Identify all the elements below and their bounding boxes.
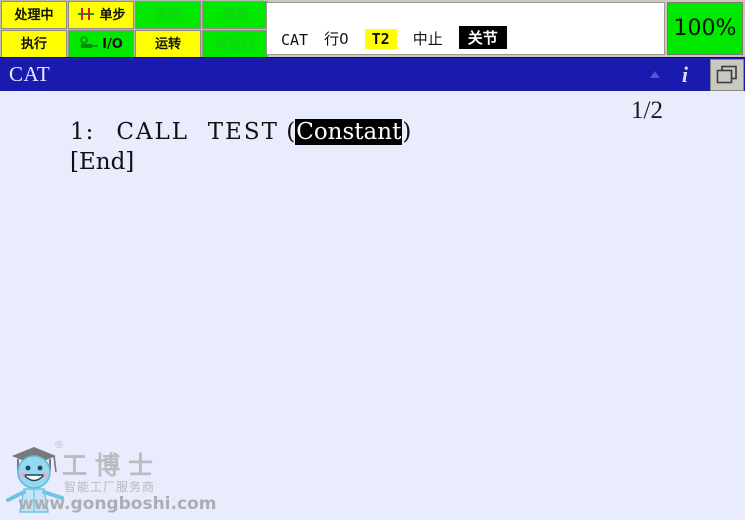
speed-override-indicator[interactable]: 100%: [667, 2, 743, 55]
window-title-bar: CAT i: [0, 57, 745, 91]
status-cell-alarm[interactable]: 异常: [202, 1, 268, 29]
status-cell-execute[interactable]: 执行: [1, 30, 67, 58]
status-cell-label: 运转: [154, 36, 181, 52]
io-icon: [79, 36, 99, 54]
status-cell-label: 暂停: [154, 7, 181, 23]
status-mode-badge: T2: [364, 29, 397, 49]
speed-override-value: 100%: [673, 16, 737, 41]
status-indicator-grid: 处理中 单步 暂停 异常 执行 I/O 运转 试运行: [0, 0, 268, 58]
status-cell-running[interactable]: 运转: [135, 30, 201, 58]
window-title: CAT: [9, 62, 51, 86]
status-cell-label: 处理中: [14, 7, 54, 23]
status-cell-io[interactable]: I/O: [68, 30, 134, 58]
status-cell-pause[interactable]: 暂停: [135, 1, 201, 29]
status-cell-trial-run[interactable]: 试运行: [202, 30, 268, 58]
cascade-windows-icon: [716, 65, 737, 83]
program-end-marker: [End]: [70, 149, 135, 175]
paren-open: (: [286, 119, 296, 145]
status-cell-label: 执行: [20, 36, 47, 52]
status-cell-processing[interactable]: 处理中: [1, 1, 67, 29]
teach-pendant-screen: 处理中 单步 暂停 异常 执行 I/O 运转 试运行 CAT 行0 T2 中止 …: [0, 0, 745, 520]
page-indicator: 1/2: [631, 97, 663, 124]
cascade-windows-button[interactable]: [710, 58, 744, 91]
info-icon[interactable]: i: [682, 62, 688, 88]
watermark-tagline: 智能工厂服务商: [64, 480, 156, 494]
watermark: ® 工博士 智能工厂服务商 www.gongboshi.com: [4, 440, 217, 518]
paren-close: ): [402, 119, 412, 145]
status-cell-label: 异常: [221, 7, 248, 23]
caret-up-icon: [649, 71, 660, 78]
watermark-registered-mark: ®: [54, 440, 64, 451]
status-cell-label: 试运行: [215, 36, 255, 52]
status-cell-single-step[interactable]: 单步: [68, 1, 134, 29]
status-line-number: 行0: [324, 30, 349, 48]
program-command: CALL TEST: [116, 119, 279, 145]
top-status-bar: 处理中 单步 暂停 异常 执行 I/O 运转 试运行 CAT 行0 T2 中止 …: [0, 0, 745, 58]
status-cell-label: I/O: [102, 36, 123, 52]
status-state: 中止: [412, 30, 443, 48]
program-editor-body: 1/2 1: CALL TEST (Constant) [End] ® 工博士 …: [0, 91, 745, 520]
status-summary-panel: CAT 行0 T2 中止 关节: [266, 2, 665, 55]
mascot-logo-icon: [6, 447, 64, 513]
watermark-brand: 工博士: [62, 451, 162, 480]
status-cell-label: 单步: [99, 7, 126, 23]
step-icon: [76, 7, 96, 25]
program-line-1[interactable]: 1: CALL TEST (Constant): [70, 119, 411, 146]
watermark-url: www.gongboshi.com: [18, 494, 217, 514]
status-coordinate-badge: 关节: [458, 26, 507, 49]
status-program-name: CAT: [281, 31, 309, 49]
program-argument-selected[interactable]: Constant: [295, 119, 403, 145]
program-line-number: 1:: [70, 119, 95, 145]
